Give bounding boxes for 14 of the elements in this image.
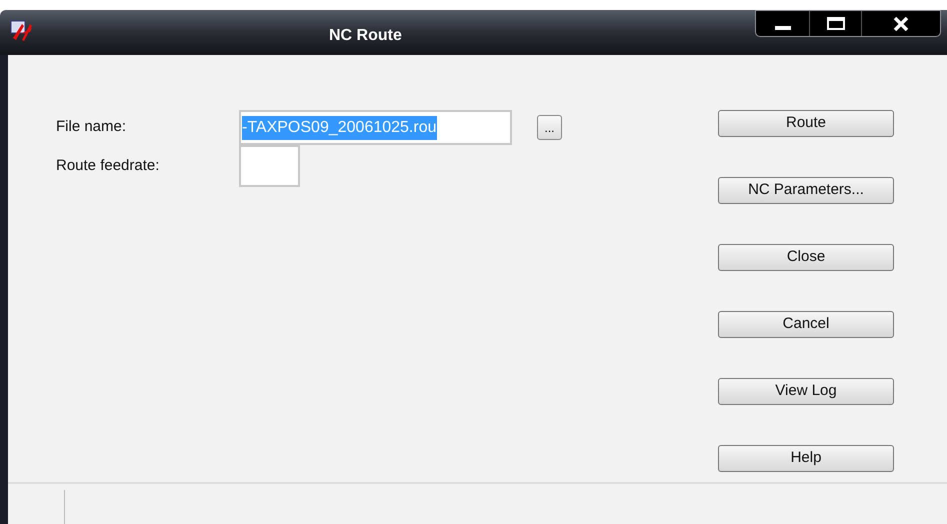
close-icon (893, 16, 909, 30)
feedrate-field[interactable] (239, 145, 300, 187)
field-text: -TAXPOS09_20061025.rou (242, 116, 436, 140)
field-label: Route feedrate: (56, 156, 160, 176)
app-icon (10, 20, 34, 42)
dialog-button[interactable]: Route (718, 110, 894, 137)
browse-button[interactable]: ... (537, 115, 562, 140)
window-title: NC Route (329, 26, 402, 46)
field-label: File name: (56, 117, 128, 138)
dialog-button[interactable]: Cancel (718, 311, 894, 338)
dialog-button[interactable]: NC Parameters... (718, 177, 894, 204)
dialog-button[interactable]: View Log (718, 378, 894, 405)
dialog-button[interactable]: Help (718, 445, 894, 472)
dialog-button[interactable]: Close (718, 244, 894, 271)
